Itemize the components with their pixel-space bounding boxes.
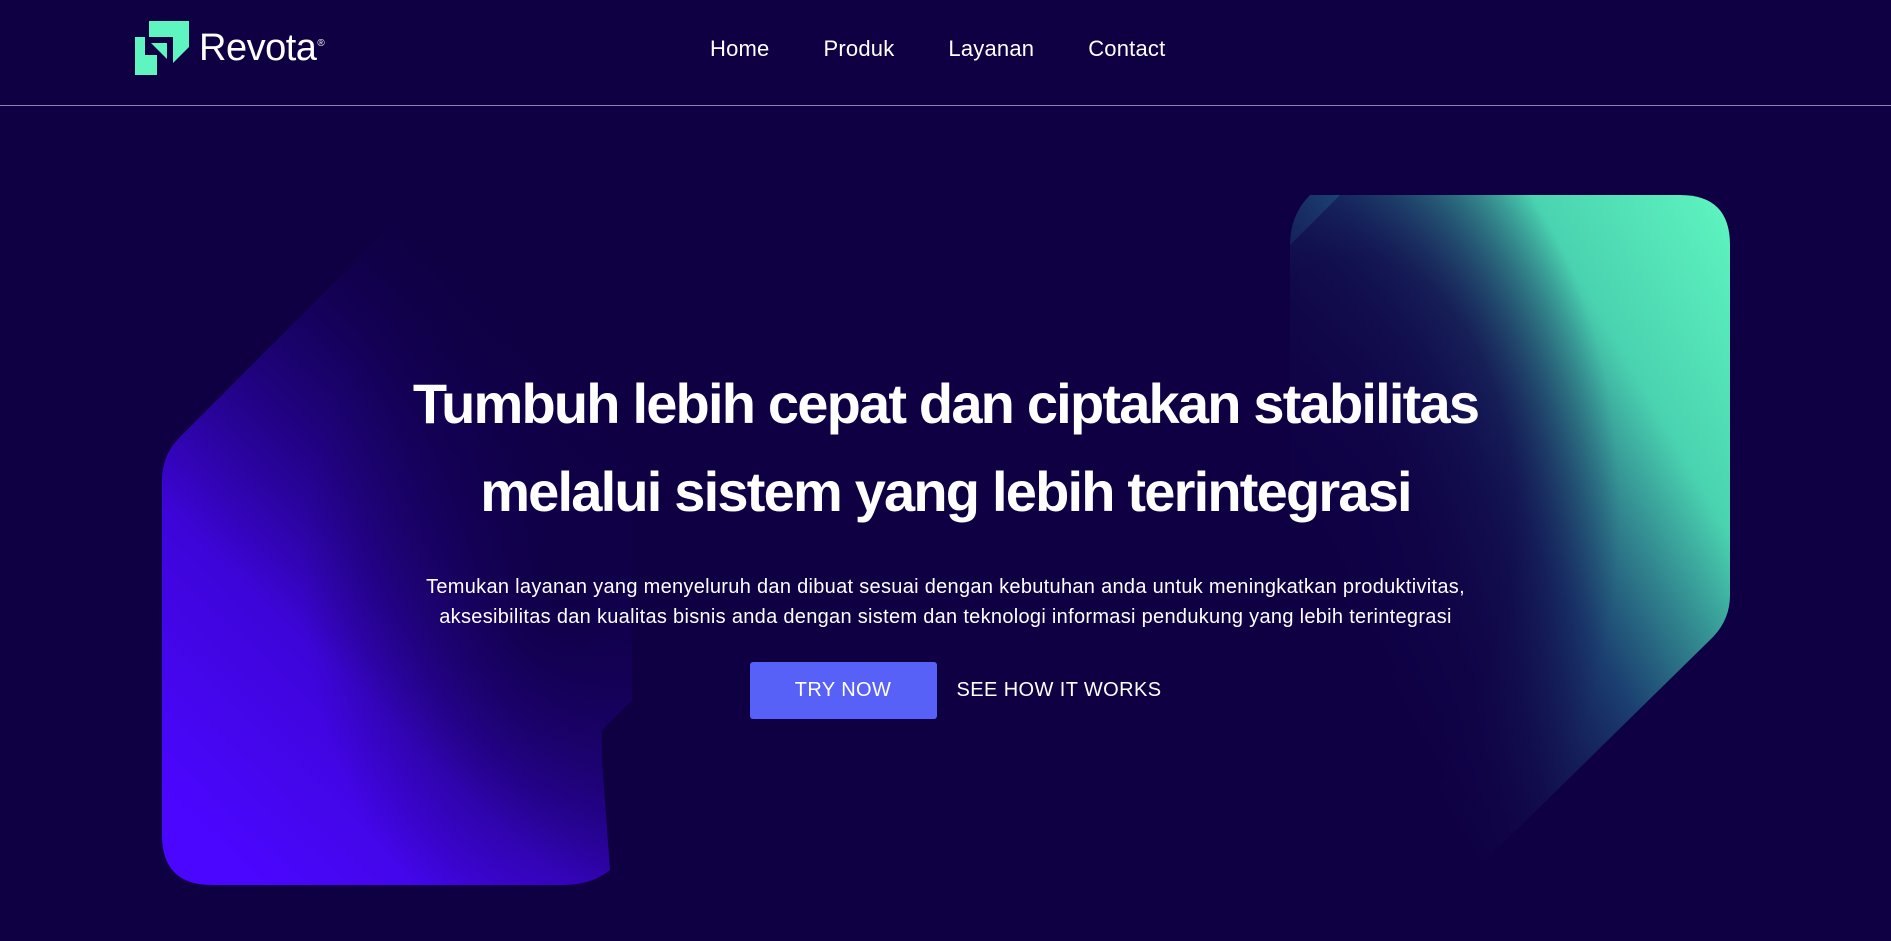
cta-row: TRY NOW SEE HOW IT WORKS: [0, 662, 1891, 719]
hero-subtitle-line: Temukan layanan yang menyeluruh dan dibu…: [426, 576, 1465, 598]
site-header: Revota® Home Produk Layanan Contact: [0, 0, 1891, 106]
hero-title-line: Tumbuh lebih cepat dan ciptakan stabilit…: [412, 372, 1480, 435]
nav-item-home[interactable]: Home: [710, 36, 770, 62]
hero-title: Tumbuh lebih cepat dan ciptakan stabilit…: [0, 360, 1891, 536]
landing-page: Revota® Home Produk Layanan Contact Tumb…: [0, 0, 1891, 941]
brand-trademark: ®: [317, 38, 325, 50]
hero-title-line: melalui sistem yang lebih terintegrasi: [480, 460, 1412, 523]
nav-item-produk[interactable]: Produk: [824, 36, 895, 62]
brand-logo[interactable]: Revota®: [135, 20, 325, 76]
hero-section: Tumbuh lebih cepat dan ciptakan stabilit…: [0, 360, 1891, 719]
revota-arrow-logo-icon: [135, 21, 189, 75]
see-how-it-works-button[interactable]: SEE HOW IT WORKS: [957, 679, 1162, 702]
brand-name: Revota®: [199, 27, 325, 69]
nav-item-layanan[interactable]: Layanan: [948, 36, 1034, 62]
hero-subtitle-line: aksesibilitas dan kualitas bisnis anda d…: [439, 606, 1452, 628]
main-nav: Home Produk Layanan Contact: [710, 36, 1165, 62]
hero-subtitle: Temukan layanan yang menyeluruh dan dibu…: [376, 572, 1516, 632]
nav-item-contact[interactable]: Contact: [1088, 36, 1165, 62]
try-now-button[interactable]: TRY NOW: [749, 662, 937, 719]
